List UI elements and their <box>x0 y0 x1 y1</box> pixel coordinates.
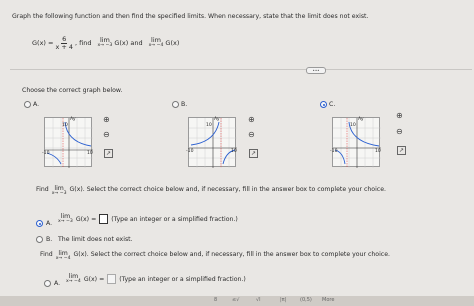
part1-choice-a: lim x→ −3 G(x) = (Type an integer or a s… <box>58 213 238 225</box>
zoom-out-icon[interactable]: ⊖ <box>396 128 403 136</box>
math-toolbar: 8 ≤√ √l |π| (0,5) More <box>0 296 474 306</box>
graph-a-y-label: Ay <box>70 117 76 122</box>
expand-button[interactable]: ••• <box>306 67 326 74</box>
part2-tail: G(x). Select the correct choice below an… <box>73 251 390 258</box>
lim-subscript: x→ −4 <box>66 279 81 285</box>
graph-prompt: Choose the correct graph below. <box>22 87 123 94</box>
toolbar-item[interactable]: ≤√ <box>232 297 239 303</box>
part2-limit: lim x→ −4 <box>55 250 71 262</box>
limit-2: lim x→ −4 <box>149 37 164 48</box>
expand-icon[interactable]: ↗ <box>249 149 258 158</box>
graph-option-a-label: A. <box>33 101 40 108</box>
graph-option-b-radio[interactable] <box>172 101 179 108</box>
lim-subscript: x→ −4 <box>55 256 71 262</box>
zoom-out-icon[interactable]: ⊖ <box>248 131 255 139</box>
graph-option-b-label: B. <box>181 101 188 108</box>
part1-answer-input[interactable] <box>99 214 109 225</box>
part1-choice-a-hint: (Type an integer or a simplified fractio… <box>111 215 238 223</box>
part2-find: Find <box>40 251 53 258</box>
graph-a-plot <box>45 118 93 168</box>
function-lhs: G(x) = <box>32 39 54 47</box>
part2-prompt: Find lim x→ −4 G(x). Select the correct … <box>40 250 390 262</box>
part1-limit: lim x→ −3 <box>51 185 67 197</box>
graph-c-tick-right: 10 <box>375 149 381 154</box>
limit-1-expression: G(x) and <box>114 39 143 47</box>
part2-choice-a-hint: (Type an integer or a simplified fractio… <box>119 275 246 283</box>
part1-tail: G(x). Select the correct choice below an… <box>69 186 386 193</box>
lim-subscript: x→ −3 <box>58 219 73 225</box>
graph-option-c-radio[interactable] <box>320 101 327 108</box>
zoom-in-icon[interactable]: ⊕ <box>103 116 110 124</box>
graph-c-tick-top: 10 <box>350 123 356 128</box>
graph-a-tick-top: 10 <box>62 123 68 128</box>
limit-2-expression: G(x) <box>165 39 180 47</box>
graph-c-tick-left: -10 <box>330 149 338 154</box>
function-denominator: x + 4 <box>55 42 74 51</box>
graph-c-y-label: Ay <box>358 117 364 122</box>
part2-answer-input[interactable] <box>107 274 117 285</box>
graph-c: Ay 10 -10 10 <box>330 117 381 168</box>
instruction-text: Graph the following function and then fi… <box>12 13 369 20</box>
part1-choice-b-text: The limit does not exist. <box>58 236 133 243</box>
toolbar-more[interactable]: More <box>322 297 334 303</box>
graph-c-plot <box>333 118 381 168</box>
part1-choice-a-radio[interactable] <box>36 220 43 227</box>
graph-b-tick-top: 10 <box>206 123 212 128</box>
graph-option-c-label: C. <box>329 101 336 108</box>
part1-choice-limit: lim x→ −3 <box>58 213 73 225</box>
zoom-in-icon[interactable]: ⊕ <box>248 116 255 124</box>
function-definition: G(x) = 6 x + 4 , find lim x→ −3 G(x) and… <box>32 36 179 50</box>
toolbar-item[interactable]: (0,5) <box>300 297 312 303</box>
toolbar-item[interactable]: |π| <box>280 297 286 303</box>
lim-subscript: x→ −4 <box>148 42 164 48</box>
part2-choice-a-label: A. <box>54 280 61 287</box>
lim-subscript: x→ −3 <box>97 42 113 48</box>
graph-a-tick-left: -10 <box>42 151 50 156</box>
graph-a-tick-right: 10 <box>87 151 93 156</box>
graph-b: Ay 10 -10 10 <box>186 117 237 168</box>
part2-choice-a-expr: G(x) = <box>83 275 105 283</box>
graph-b-tick-left: -10 <box>186 149 194 154</box>
part2-choice-limit: lim x→ −4 <box>66 273 81 285</box>
part1-choice-a-label: A. <box>46 220 53 227</box>
part2-choice-a-radio[interactable] <box>44 280 51 287</box>
function-fraction: 6 x + 4 <box>55 36 73 50</box>
graph-b-tick-right: 10 <box>231 149 237 154</box>
part1-find: Find <box>36 186 49 193</box>
part2-choice-a: lim x→ −4 G(x) = (Type an integer or a s… <box>66 273 246 285</box>
lim-subscript: x→ −3 <box>51 191 67 197</box>
graph-a: Ay 10 -10 10 <box>42 117 93 168</box>
part1-prompt: Find lim x→ −3 G(x). Select the correct … <box>36 185 386 197</box>
expand-icon[interactable]: ↗ <box>104 149 113 158</box>
limit-1: lim x→ −3 <box>98 37 113 48</box>
graph-option-a-radio[interactable] <box>24 101 31 108</box>
expand-icon[interactable]: ↗ <box>397 146 406 155</box>
toolbar-item[interactable]: √l <box>256 297 261 303</box>
graph-b-y-label: Ay <box>214 117 220 122</box>
graph-b-plot <box>189 118 237 168</box>
part1-choice-b-label: B. <box>46 236 53 243</box>
find-word: , find <box>75 39 92 47</box>
section-divider <box>10 69 472 70</box>
part1-choice-a-expr: G(x) = <box>75 215 97 223</box>
part1-choice-b-radio[interactable] <box>36 236 43 243</box>
zoom-in-icon[interactable]: ⊕ <box>396 112 403 120</box>
toolbar-item[interactable]: 8 <box>214 297 217 303</box>
zoom-out-icon[interactable]: ⊖ <box>103 131 110 139</box>
